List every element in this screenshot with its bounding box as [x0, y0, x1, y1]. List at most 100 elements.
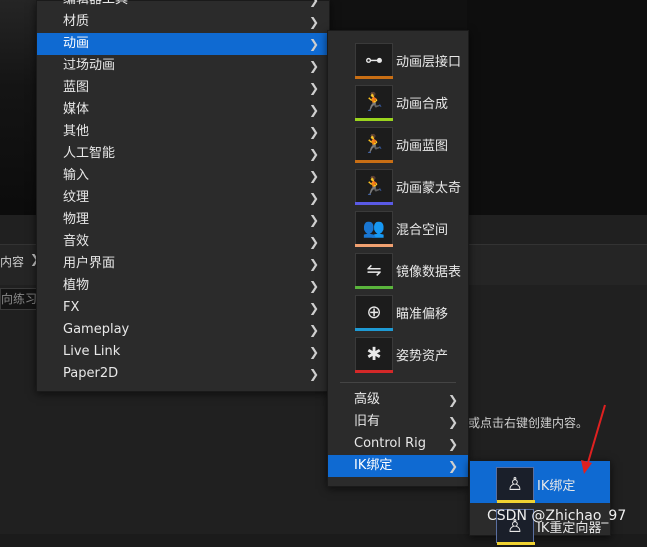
main-menu-item-5[interactable]: 媒体 ❯ — [37, 99, 329, 121]
asset-type-color-bar — [355, 370, 393, 373]
menu-item-label: 音效 — [63, 234, 90, 249]
asset-type-color-bar — [355, 244, 393, 247]
menu-item-label: FX — [63, 300, 80, 315]
chevron-right-icon: ❯ — [447, 415, 458, 429]
crosshair-icon: ⊕ — [355, 295, 393, 329]
menu-item-label: 植物 — [63, 278, 90, 293]
chevron-right-icon: ❯ — [308, 213, 319, 227]
chevron-right-icon: ❯ — [447, 393, 458, 407]
asset-type-color-bar — [497, 500, 535, 503]
menu-item-label: 人工智能 — [63, 146, 116, 161]
menu-item-label: 纹理 — [63, 190, 90, 205]
menu-item-label: Paper2D — [63, 366, 119, 381]
animation-menu-item-3[interactable]: IK绑定 ❯ — [328, 455, 468, 477]
running-figure-filmstrip-icon: 🏃 — [355, 169, 393, 203]
animation-menu-item-1[interactable]: 旧有 ❯ — [328, 411, 468, 433]
annotation-arrow-icon — [581, 404, 606, 474]
main-menu-item-11[interactable]: 音效 ❯ — [37, 231, 329, 253]
asset-type-color-bar — [355, 118, 393, 121]
animation-asset-3[interactable]: 🏃 动画蒙太奇 — [328, 165, 468, 207]
menu-item-label: 旧有 — [354, 414, 381, 429]
asset-label: 瞄准偏移 — [396, 307, 449, 322]
animation-asset-7[interactable]: ✱ 姿势资产 — [328, 333, 468, 375]
menu-item-label: IK绑定 — [354, 458, 393, 473]
chevron-right-icon: ❯ — [308, 323, 319, 337]
menu-separator — [340, 382, 456, 383]
main-menu-item-12[interactable]: 用户界面 ❯ — [37, 253, 329, 275]
asset-type-color-bar — [355, 202, 393, 205]
node-graph-icon: ⊶ — [355, 43, 393, 77]
animation-asset-2[interactable]: 🏃 动画蓝图 — [328, 123, 468, 165]
main-menu-item-14[interactable]: FX ❯ — [37, 297, 329, 319]
menu-item-label: Gameplay — [63, 322, 130, 337]
running-figure-stack-icon: 🏃 — [355, 85, 393, 119]
asset-type-color-bar — [497, 542, 535, 545]
menu-item-label: 其他 — [63, 124, 90, 139]
pose-figure-icon: ✱ — [355, 337, 393, 371]
menu-item-label: 物理 — [63, 212, 90, 227]
chevron-right-icon: ❯ — [447, 459, 458, 473]
chevron-right-icon: ❯ — [308, 147, 319, 161]
chevron-right-icon: ❯ — [308, 191, 319, 205]
figures-blend-icon: 👥 — [355, 211, 393, 245]
main-menu-item-0[interactable]: 编辑器工具 ❯ — [37, 0, 329, 11]
chevron-right-icon: ❯ — [308, 103, 319, 117]
main-menu-item-1[interactable]: 材质 ❯ — [37, 11, 329, 33]
chevron-right-icon: ❯ — [308, 59, 319, 73]
asset-type-color-bar — [355, 160, 393, 163]
menu-item-label: Live Link — [63, 344, 121, 359]
animation-asset-1[interactable]: 🏃 动画合成 — [328, 81, 468, 123]
main-menu-item-4[interactable]: 蓝图 ❯ — [37, 77, 329, 99]
animation-submenu: ⊶ 动画层接口 🏃 动画合成 🏃 动画蓝图 🏃 动画蒙太奇 👥 混合空间 ⇋ 镜像数据表 ⊕ 瞄准偏移 ✱ 姿… — [327, 30, 469, 487]
main-menu-item-6[interactable]: 其他 ❯ — [37, 121, 329, 143]
asset-type-color-bar — [355, 286, 393, 289]
animation-asset-0[interactable]: ⊶ 动画层接口 — [328, 39, 468, 81]
main-menu-item-8[interactable]: 输入 ❯ — [37, 165, 329, 187]
asset-label: 镜像数据表 — [396, 265, 462, 280]
chevron-right-icon: ❯ — [447, 437, 458, 451]
asset-label: 动画蓝图 — [396, 139, 449, 154]
watermark: CSDN @Zhichao_97 — [487, 508, 627, 524]
main-menu-item-16[interactable]: Live Link ❯ — [37, 341, 329, 363]
asset-label: 动画蒙太奇 — [396, 181, 462, 196]
animation-menu-item-0[interactable]: 高级 ❯ — [328, 389, 468, 411]
chevron-right-icon: ❯ — [308, 81, 319, 95]
asset-label: 姿势资产 — [396, 349, 449, 364]
breadcrumb[interactable]: 内容 — [0, 253, 24, 270]
search-input[interactable]: 向练习 — [0, 288, 40, 310]
main-menu-item-15[interactable]: Gameplay ❯ — [37, 319, 329, 341]
chevron-right-icon: ❯ — [308, 169, 319, 183]
menu-item-label: 媒体 — [63, 102, 90, 117]
mirror-figures-icon: ⇋ — [355, 253, 393, 287]
main-menu-item-17[interactable]: Paper2D ❯ — [37, 363, 329, 385]
main-menu-item-3[interactable]: 过场动画 ❯ — [37, 55, 329, 77]
menu-item-label: 蓝图 — [63, 80, 90, 95]
animation-menu-item-2[interactable]: Control Rig ❯ — [328, 433, 468, 455]
main-menu-item-13[interactable]: 植物 ❯ — [37, 275, 329, 297]
chevron-right-icon: ❯ — [308, 15, 319, 29]
menu-item-label: 输入 — [63, 168, 90, 183]
menu-item-label: 动画 — [63, 36, 90, 51]
menu-item-label: Control Rig — [354, 436, 427, 451]
ik-rig-figure-icon: ♙ — [496, 467, 534, 501]
chevron-right-icon: ❯ — [308, 367, 319, 381]
animation-asset-4[interactable]: 👥 混合空间 — [328, 207, 468, 249]
asset-label: 动画合成 — [396, 97, 449, 112]
chevron-right-icon: ❯ — [308, 125, 319, 139]
animation-asset-6[interactable]: ⊕ 瞄准偏移 — [328, 291, 468, 333]
chevron-right-icon: ❯ — [308, 235, 319, 249]
main-menu-item-2[interactable]: 动画 ❯ — [37, 33, 329, 55]
menu-item-label: 用户界面 — [63, 256, 116, 271]
running-figure-graph-icon: 🏃 — [355, 127, 393, 161]
main-menu-item-10[interactable]: 物理 ❯ — [37, 209, 329, 231]
menu-item-label: 高级 — [354, 392, 381, 407]
chevron-right-icon: ❯ — [308, 345, 319, 359]
chevron-right-icon: ❯ — [308, 0, 319, 7]
chevron-right-icon: ❯ — [308, 257, 319, 271]
asset-type-color-bar — [355, 328, 393, 331]
animation-asset-5[interactable]: ⇋ 镜像数据表 — [328, 249, 468, 291]
main-menu-item-7[interactable]: 人工智能 ❯ — [37, 143, 329, 165]
main-menu-item-9[interactable]: 纹理 ❯ — [37, 187, 329, 209]
menu-item-label: 编辑器工具 — [63, 0, 128, 11]
asset-label: 混合空间 — [396, 223, 449, 238]
